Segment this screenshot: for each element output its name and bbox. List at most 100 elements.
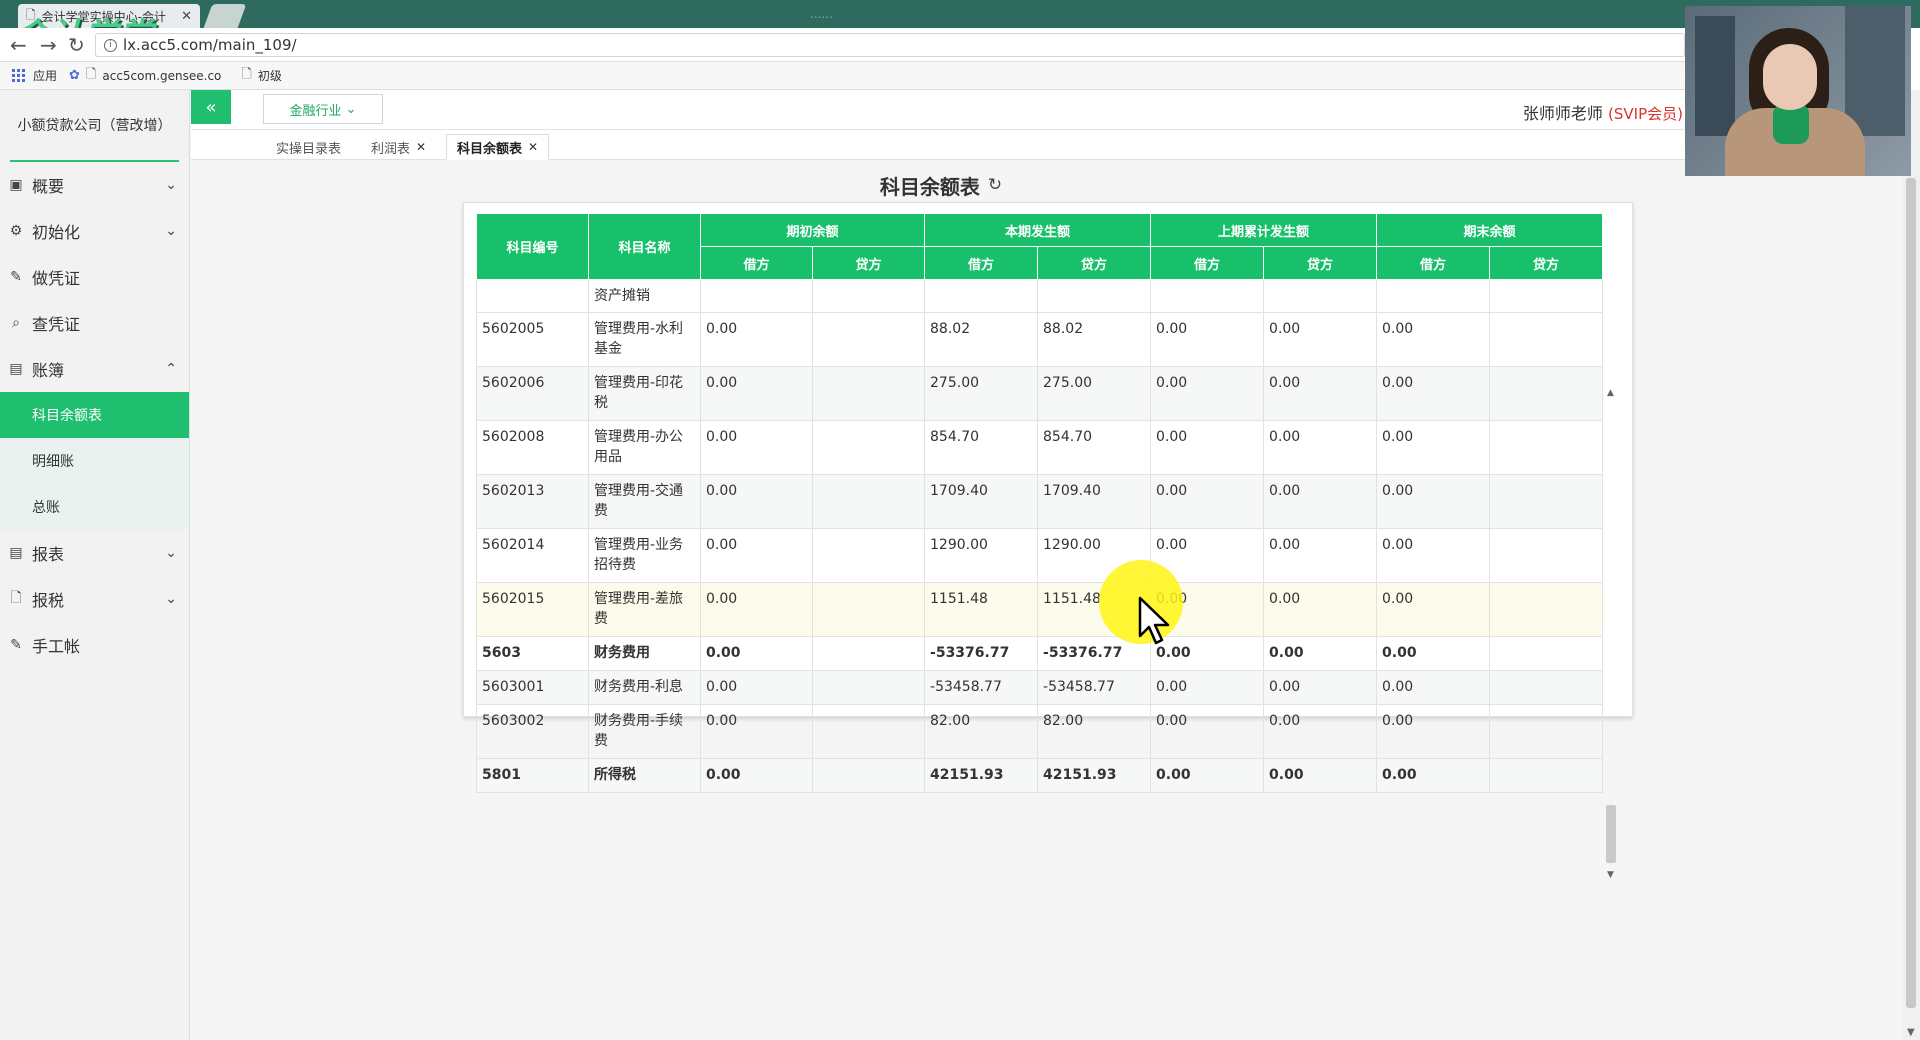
table-body: 资产摊销 5602005 管理费用-水利基金 0.00 88.02 88.02 0.00 0.… — [476, 279, 1604, 793]
cell-open-c — [811, 704, 926, 759]
cell-end-d: 0.00 — [1376, 528, 1491, 583]
sidebar-item-label: 初始化 — [32, 223, 81, 242]
sidebar-item-manual[interactable]: ✎ 手工帐 — [0, 622, 189, 668]
cell-end-c — [1489, 312, 1604, 367]
table-row[interactable]: 5602013 管理费用-交通费 0.00 1709.40 1709.40 0.00 0.0… — [476, 474, 1604, 529]
cell-end-d: 0.00 — [1376, 704, 1491, 759]
close-icon[interactable]: ✕ — [528, 140, 538, 154]
scroll-down-arrow[interactable]: ▼ — [1607, 870, 1614, 880]
company-name[interactable]: 小额贷款公司（营改增） — [10, 90, 179, 162]
cell-end-d — [1376, 279, 1491, 313]
cell-prev-c: 0.00 — [1263, 704, 1378, 759]
cell-name: 管理费用-差旅费 — [588, 582, 701, 637]
cell-open-c — [811, 636, 926, 671]
scroll-down-arrow[interactable]: ▼ — [1907, 1027, 1915, 1038]
cell-cur-d: 275.00 — [924, 366, 1039, 421]
tab-label: 实操目录表 — [276, 141, 342, 157]
browser-tab-strip: 🗋 会计学堂实操中心-会计 ✕ ...... — [0, 0, 1920, 28]
table-scrollbar-thumb[interactable] — [1606, 805, 1616, 863]
col-header-code[interactable]: 科目编号 — [476, 213, 589, 280]
table-row[interactable]: 5602005 管理费用-水利基金 0.00 88.02 88.02 0.00 0.00 0.… — [476, 312, 1604, 367]
info-icon[interactable]: i — [104, 38, 117, 52]
sidebar-subitem-general[interactable]: 总账 — [0, 484, 189, 530]
sidebar-item-label: 做凭证 — [32, 269, 81, 288]
sidebar-item-reports[interactable]: ▤ 报表 ⌄ — [0, 530, 189, 576]
sidebar-item-init[interactable]: ⚙ 初始化 ⌄ — [0, 208, 189, 254]
page-scrollbar-thumb[interactable] — [1906, 178, 1916, 1008]
cell-prev-c: 0.00 — [1263, 420, 1378, 475]
table-row[interactable]: 资产摊销 — [476, 279, 1604, 313]
reload-icon[interactable]: ↻ — [68, 33, 85, 57]
tab-practice-catalog[interactable]: 实操目录表 — [266, 134, 351, 160]
cell-cur-d: 1709.40 — [924, 474, 1039, 529]
close-icon[interactable]: ✕ — [416, 140, 426, 154]
refresh-icon[interactable]: ↻ — [988, 175, 1002, 195]
cell-code: 5603002 — [476, 704, 589, 759]
scroll-up-arrow[interactable]: ▲ — [1607, 388, 1614, 398]
bookmark-gensee[interactable]: ✿ 🗋 acc5com.gensee.co — [69, 65, 221, 87]
user-info[interactable]: 张师师老师 (SVIP会员) — [1523, 100, 1683, 124]
cell-end-c — [1489, 636, 1604, 671]
tab-income-statement[interactable]: 利润表 ✕ — [361, 134, 436, 160]
cell-open-c — [811, 758, 926, 793]
cell-end-d: 0.00 — [1376, 758, 1491, 793]
new-tab-button[interactable] — [203, 4, 247, 28]
cell-name: 管理费用-交通费 — [588, 474, 701, 529]
close-tab-icon[interactable]: ✕ — [181, 9, 192, 24]
cell-prev-d: 0.00 — [1150, 670, 1265, 705]
page-scrollbar[interactable]: ▼ — [1902, 90, 1920, 1040]
cell-name: 管理费用-印花税 — [588, 366, 701, 421]
cell-prev-c: 0.00 — [1263, 312, 1378, 367]
cell-end-d: 0.00 — [1376, 312, 1491, 367]
table-row[interactable]: 5603002 财务费用-手续费 0.00 82.00 82.00 0.00 0.00 0.0… — [476, 704, 1604, 759]
collapse-sidebar-button[interactable]: « — [191, 90, 231, 124]
tab-account-balance[interactable]: 科目余额表 ✕ — [446, 134, 550, 160]
cell-name: 财务费用-手续费 — [588, 704, 701, 759]
cell-name: 管理费用-办公用品 — [588, 420, 701, 475]
bookmarks-bar: 应用 ✿ 🗋 acc5com.gensee.co 🗋 初级 — [0, 62, 1690, 90]
col-group-current: 本期发生额 — [924, 213, 1152, 247]
sidebar-item-label: 报税 — [32, 591, 65, 610]
sidebar-subitem-detail[interactable]: 明细账 — [0, 438, 189, 484]
cell-prev-d: 0.00 — [1150, 474, 1265, 529]
industry-select-value: 金融行业 — [289, 103, 342, 119]
cell-cur-d: 82.00 — [924, 704, 1039, 759]
cell-open-c — [811, 474, 926, 529]
col-header-name[interactable]: 科目名称 — [588, 213, 701, 280]
col-header-credit: 贷方 — [1037, 246, 1152, 280]
sidebar-item-ledger[interactable]: ▤ 账簿 ⌃ — [0, 346, 189, 392]
sidebar-item-query-voucher[interactable]: ⌕ 查凭证 — [0, 300, 189, 346]
sidebar-item-label: 账簿 — [32, 361, 65, 380]
col-header-debit: 借方 — [700, 246, 813, 280]
sidebar: 小额贷款公司（营改增） ▣ 概要 ⌄ ⚙ 初始化 ⌄ ✎ 做凭证 ⌕ 查凭证 ▤… — [0, 90, 190, 1040]
forward-icon[interactable]: → — [40, 33, 57, 57]
grid-icon: ▣ — [9, 177, 23, 193]
cell-cur-d: 854.70 — [924, 420, 1039, 475]
url-input[interactable]: i lx.acc5.com/main_109/ — [95, 33, 1685, 57]
table-row[interactable]: 5801 所得税 0.00 42151.93 42151.93 0.00 0.00 0.00 — [476, 758, 1604, 793]
bookmark-chuji[interactable]: 🗋 初级 — [241, 65, 281, 87]
cell-name: 管理费用-水利基金 — [588, 312, 701, 367]
cell-cur-c: 854.70 — [1037, 420, 1152, 475]
table-row[interactable]: 5602008 管理费用-办公用品 0.00 854.70 854.70 0.00 0.00… — [476, 420, 1604, 475]
cell-open-d: 0.00 — [700, 636, 813, 671]
table-row[interactable]: 5603001 财务费用-利息 0.00 -53458.77 -53458.77 0.00… — [476, 670, 1604, 705]
table-row[interactable]: 5602015 管理费用-差旅费 0.00 1151.48 1151.48 0.00 0.0… — [476, 582, 1604, 637]
table-row[interactable]: 5602006 管理费用-印花税 0.00 275.00 275.00 0.00 0.00 0… — [476, 366, 1604, 421]
back-icon[interactable]: ← — [10, 33, 27, 57]
sidebar-item-make-voucher[interactable]: ✎ 做凭证 — [0, 254, 189, 300]
table-row[interactable]: 5602014 管理费用-业务招待费 0.00 1290.00 1290.00 0.00 0… — [476, 528, 1604, 583]
cell-name: 管理费用-业务招待费 — [588, 528, 701, 583]
bookmark-apps[interactable]: 应用 — [12, 67, 57, 84]
book-icon: ▤ — [9, 361, 23, 377]
search-icon: ⌕ — [12, 315, 20, 331]
cell-end-d: 0.00 — [1376, 420, 1491, 475]
sidebar-item-tax[interactable]: 🗋 报税 ⌄ — [0, 576, 189, 622]
industry-select[interactable]: 金融行业 ⌄ — [263, 94, 383, 124]
table-row[interactable]: 5603 财务费用 0.00 -53376.77 -53376.77 0.00 0.00 0.… — [476, 636, 1604, 671]
top-bar: « 金融行业 ⌄ 张师师老师 (SVIP会员) — [191, 90, 1691, 130]
sidebar-subitem-balance[interactable]: 科目余额表 — [0, 392, 189, 438]
sidebar-item-overview[interactable]: ▣ 概要 ⌄ — [0, 162, 189, 208]
cell-cur-c: 82.00 — [1037, 704, 1152, 759]
cell-cur-d: 88.02 — [924, 312, 1039, 367]
